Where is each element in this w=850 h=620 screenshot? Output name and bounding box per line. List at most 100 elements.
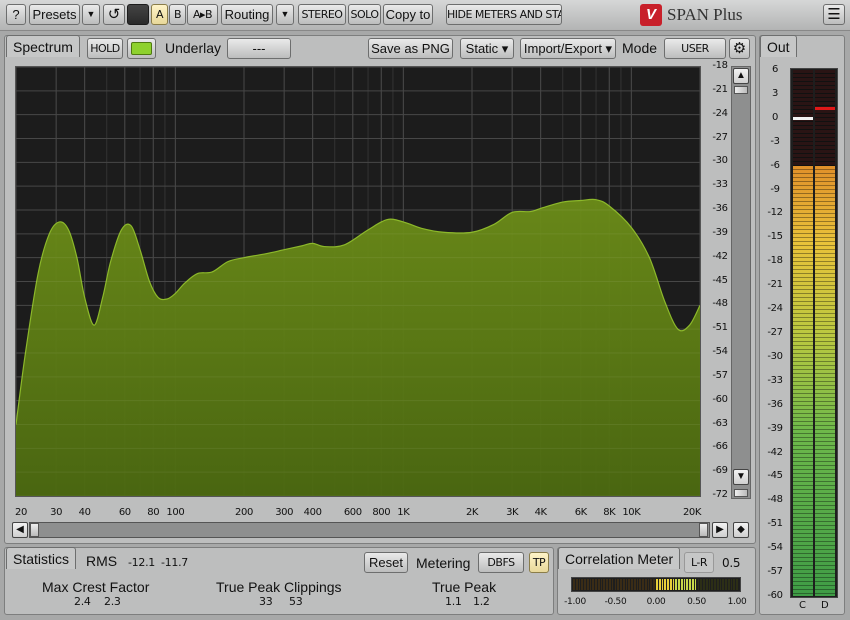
y-tick-label: -60 [712, 393, 728, 405]
mode-select[interactable]: USER [664, 38, 726, 59]
correlation-segment [719, 579, 722, 590]
hold-button[interactable]: HOLD [87, 38, 123, 59]
correlation-scale-label: 1.00 [727, 597, 747, 607]
correlation-segment [691, 579, 694, 590]
true-peak-toggle[interactable]: TP [529, 552, 549, 573]
vertical-scrollbar[interactable] [731, 66, 751, 499]
correlation-segment [716, 579, 719, 590]
import-export-dropdown[interactable]: Import/Export ▾ [520, 38, 616, 59]
x-tick-label: 4K [534, 507, 548, 518]
correlation-segment [620, 579, 622, 590]
correlation-segment [586, 579, 589, 590]
presets-button[interactable]: Presets [29, 4, 80, 25]
statistics-tab[interactable]: Statistics [6, 547, 77, 569]
save-png-button[interactable]: Save as PNG [368, 38, 453, 59]
correlation-segment [606, 579, 608, 590]
correlation-scale-label: -1.00 [564, 597, 586, 607]
correlation-segment [686, 579, 689, 590]
correlation-segment [595, 579, 597, 590]
scroll-down-icon[interactable]: ▼ [733, 469, 749, 485]
meter-channel-d [815, 70, 835, 596]
correlation-segment [703, 579, 705, 590]
menu-icon[interactable]: ☰ [823, 4, 845, 25]
redo-button[interactable] [127, 4, 149, 25]
correlation-segment [578, 579, 581, 590]
correlation-segment [592, 579, 595, 590]
settings-gear-icon[interactable]: ⚙ [729, 38, 750, 59]
correlation-segment [675, 579, 678, 590]
hide-meters-button[interactable]: HIDE METERS AND STATS [446, 4, 562, 25]
vertical-scroll-thumb[interactable] [734, 86, 748, 94]
x-tick-label: 100 [166, 507, 185, 518]
solo-button[interactable]: SOLO [348, 4, 381, 25]
correlation-segment [689, 579, 691, 590]
help-button[interactable]: ? [6, 4, 26, 25]
horizontal-scroll-thumb-left[interactable] [30, 523, 39, 537]
meter-scale-label: -60 [767, 590, 783, 601]
correlation-segment [730, 579, 733, 590]
correlation-tab[interactable]: Correlation Meter [558, 547, 681, 569]
copy-to-button[interactable]: Copy to [383, 4, 433, 25]
correlation-segment [653, 579, 655, 590]
metering-select[interactable]: DBFS [478, 552, 524, 573]
correlation-segment [722, 579, 725, 590]
routing-dropdown-icon[interactable]: ▼ [276, 4, 294, 25]
correlation-segment [614, 579, 617, 590]
stereo-button[interactable]: STEREO [298, 4, 346, 25]
underlay-select[interactable]: --- [227, 38, 291, 59]
scroll-left-icon[interactable]: ◀ [12, 522, 28, 538]
underlay-label: Underlay [165, 40, 222, 56]
meter-scale-label: 0 [772, 111, 778, 123]
preset-a-button[interactable]: A [151, 4, 168, 25]
correlation-segment [633, 579, 636, 590]
x-tick-label: 80 [147, 507, 160, 518]
spectrum-tab[interactable]: Spectrum [6, 35, 80, 57]
correlation-mode-select[interactable]: L-R [684, 552, 714, 573]
meter-channel-c [793, 70, 813, 596]
correlation-segment [642, 579, 644, 590]
horizontal-scrollbar[interactable] [29, 522, 710, 538]
presets-dropdown-icon[interactable]: ▼ [82, 4, 100, 25]
static-dropdown[interactable]: Static ▾ [460, 38, 514, 59]
correlation-scale-label: 0.00 [646, 597, 666, 607]
vertical-scroll-thumb-bottom[interactable] [734, 489, 748, 497]
reset-button[interactable]: Reset [364, 552, 408, 573]
routing-button[interactable]: Routing [221, 4, 273, 25]
meter-peak-marker [815, 107, 835, 111]
correlation-segment [697, 579, 700, 590]
preset-b-button[interactable]: B [169, 4, 186, 25]
correlation-segment [589, 579, 592, 590]
y-tick-label: -42 [712, 250, 728, 262]
zoom-reset-icon[interactable]: ◆ [733, 522, 749, 538]
hold-indicator[interactable] [127, 38, 156, 59]
x-tick-label: 20K [682, 507, 702, 518]
correlation-bars [573, 579, 739, 590]
correlation-segment [664, 579, 667, 590]
y-tick-label: -27 [712, 131, 728, 143]
meter-scale-label: -39 [767, 422, 783, 434]
rms-right-value: -11.7 [161, 556, 188, 569]
horizontal-scroll-thumb-right[interactable] [699, 523, 708, 537]
undo-icon[interactable]: ↺ [103, 4, 125, 25]
correlation-segment [667, 579, 669, 590]
y-tick-label: -57 [712, 369, 728, 381]
scroll-right-icon[interactable]: ▶ [712, 522, 728, 538]
meter-scale-label: -3 [770, 135, 780, 147]
correlation-segment [700, 579, 703, 590]
meter-scale-label: -54 [767, 542, 783, 554]
correlation-segment [678, 579, 680, 590]
copy-a-to-b-button[interactable]: A▸B [187, 4, 218, 25]
rms-left-value: -12.1 [128, 556, 155, 569]
meter-scale-label: -45 [767, 470, 783, 482]
spectrum-plot [16, 67, 700, 496]
meter-segment-lines [815, 70, 835, 596]
spectrum-graph[interactable] [15, 66, 701, 497]
meter-scale-label: -33 [767, 374, 783, 386]
out-tab[interactable]: Out [760, 35, 797, 57]
scroll-up-icon[interactable]: ▲ [733, 68, 749, 84]
correlation-segment [628, 579, 631, 590]
brand-logo-icon: V [640, 4, 662, 26]
rms-label: RMS [86, 553, 118, 569]
correlation-segment [636, 579, 639, 590]
x-tick-label: 2K [465, 507, 479, 518]
